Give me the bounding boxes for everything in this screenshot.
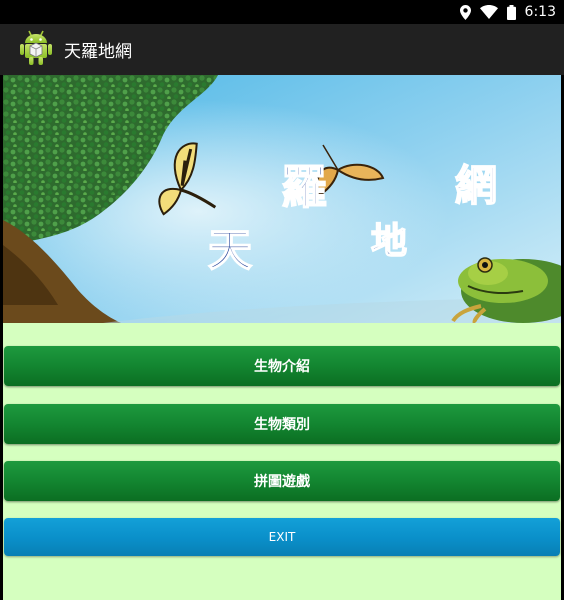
device-screen: 6:13 天羅地網 天 羅 地 網 生物介紹 生物類別 拼圖遊戲 EXIT [0, 0, 564, 600]
wifi-icon [479, 5, 498, 19]
banner-char-2: 羅 [281, 160, 327, 214]
battery-icon [506, 4, 516, 20]
status-time: 6:13 [524, 4, 556, 20]
banner-image: 天 羅 地 網 [3, 75, 561, 323]
main-content: 天 羅 地 網 生物介紹 生物類別 拼圖遊戲 EXIT [3, 75, 561, 600]
action-bar: 天羅地網 [0, 24, 564, 75]
status-bar: 6:13 [0, 0, 564, 24]
exit-button[interactable]: EXIT [4, 518, 560, 556]
banner-char-4: 網 [455, 161, 497, 210]
app-title: 天羅地網 [64, 42, 132, 62]
android-robot-icon[interactable] [19, 29, 53, 71]
location-icon [459, 4, 471, 20]
banner-char-1: 天 [208, 225, 252, 276]
category-button[interactable]: 生物類別 [4, 404, 560, 444]
intro-button[interactable]: 生物介紹 [4, 346, 560, 386]
banner-char-3: 地 [371, 220, 407, 262]
puzzle-game-button[interactable]: 拼圖遊戲 [4, 461, 560, 501]
